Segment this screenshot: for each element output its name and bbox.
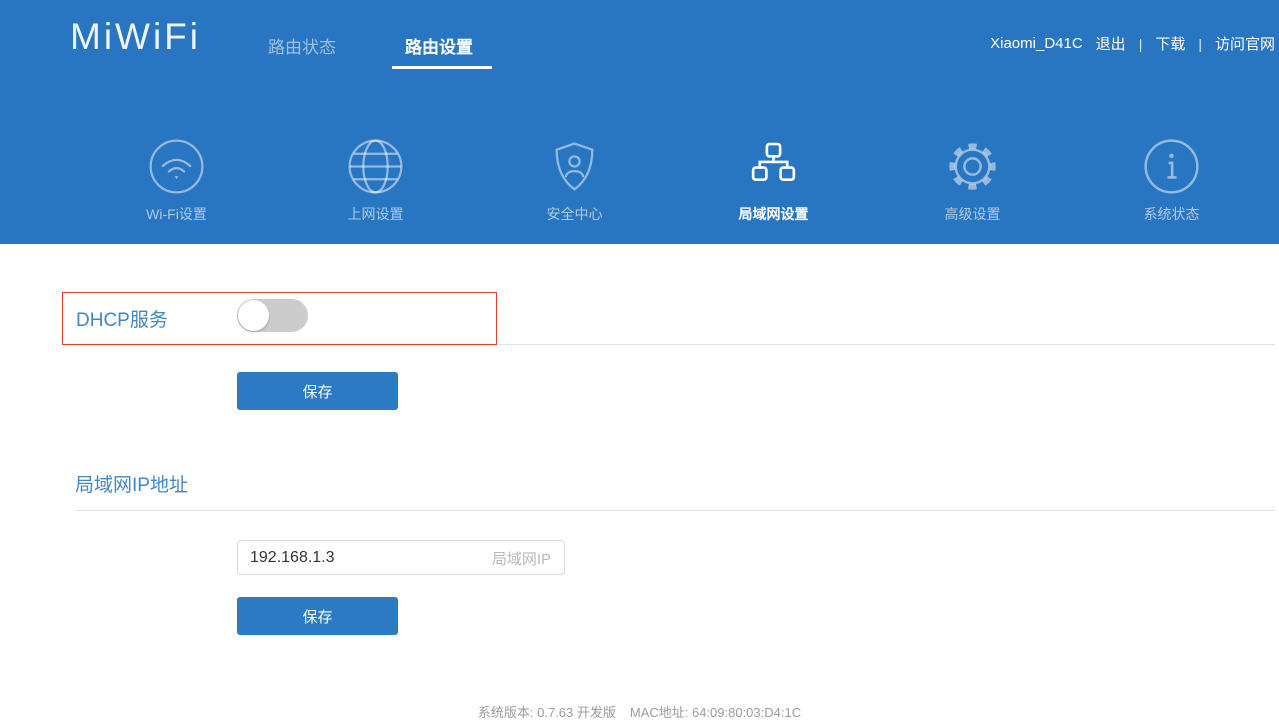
download-link[interactable]: 下载 [1155, 33, 1185, 54]
separator: | [1198, 36, 1202, 52]
lan-icon [745, 138, 802, 195]
header-links: Xiaomi_D41C 退出 | 下载 | 访问官网 [990, 33, 1275, 54]
section-divider [75, 510, 1275, 511]
globe-icon [347, 138, 404, 195]
nav-item-advanced-settings[interactable]: 高级设置 [873, 138, 1072, 224]
nav-item-label: 系统状态 [1144, 204, 1200, 224]
nav-item-security-center[interactable]: 安全中心 [475, 138, 674, 224]
active-tab-underline [392, 66, 492, 69]
nav-item-system-status[interactable]: 系统状态 [1072, 138, 1271, 224]
nav-item-label: 安全中心 [547, 204, 603, 224]
nav-item-lan-settings[interactable]: 局域网设置 [674, 138, 873, 224]
wifi-icon [148, 138, 205, 195]
header: MiWiFi 路由状态 路由设置 Xiaomi_D41C 退出 | 下载 | 访… [0, 0, 1279, 244]
lan-ip-save-button[interactable]: 保存 [237, 597, 398, 635]
device-name-link[interactable]: Xiaomi_D41C [990, 35, 1083, 52]
dhcp-service-label: DHCP服务 [76, 305, 168, 332]
shield-icon [546, 138, 603, 195]
dhcp-toggle-switch[interactable] [237, 299, 308, 332]
footer: 系统版本: 0.7.63 开发版 MAC地址: 64:09:80:03:D4:1… [0, 702, 1279, 721]
info-icon [1143, 138, 1200, 195]
toggle-knob [238, 300, 269, 331]
settings-icon-nav: Wi-Fi设置 上网设置 [77, 138, 1271, 224]
system-version-text: 系统版本: 0.7.63 开发版 [478, 702, 616, 721]
miwifi-settings-page: MiWiFi 路由状态 路由设置 Xiaomi_D41C 退出 | 下载 | 访… [0, 0, 1279, 726]
nav-item-label: Wi-Fi设置 [146, 204, 207, 224]
gear-icon [944, 138, 1001, 195]
official-site-link[interactable]: 访问官网 [1215, 33, 1275, 54]
miwifi-logo: MiWiFi [70, 16, 201, 58]
section-divider [497, 344, 1275, 345]
dhcp-save-button[interactable]: 保存 [237, 372, 398, 410]
nav-item-label: 上网设置 [348, 204, 404, 224]
nav-item-label: 局域网设置 [739, 204, 809, 224]
nav-item-label: 高级设置 [945, 204, 1001, 224]
tab-router-status[interactable]: 路由状态 [268, 33, 336, 58]
lan-ip-input[interactable] [237, 540, 565, 575]
mac-address-text: MAC地址: 64:09:80:03:D4:1C [630, 702, 801, 721]
lan-ip-section-title: 局域网IP地址 [75, 470, 188, 497]
logout-link[interactable]: 退出 [1096, 33, 1126, 54]
tab-router-settings[interactable]: 路由设置 [405, 33, 473, 58]
nav-item-wifi-settings[interactable]: Wi-Fi设置 [77, 138, 276, 224]
lan-ip-field-wrapper: 局域网IP [237, 540, 565, 575]
nav-item-internet-settings[interactable]: 上网设置 [276, 138, 475, 224]
separator: | [1139, 36, 1143, 52]
